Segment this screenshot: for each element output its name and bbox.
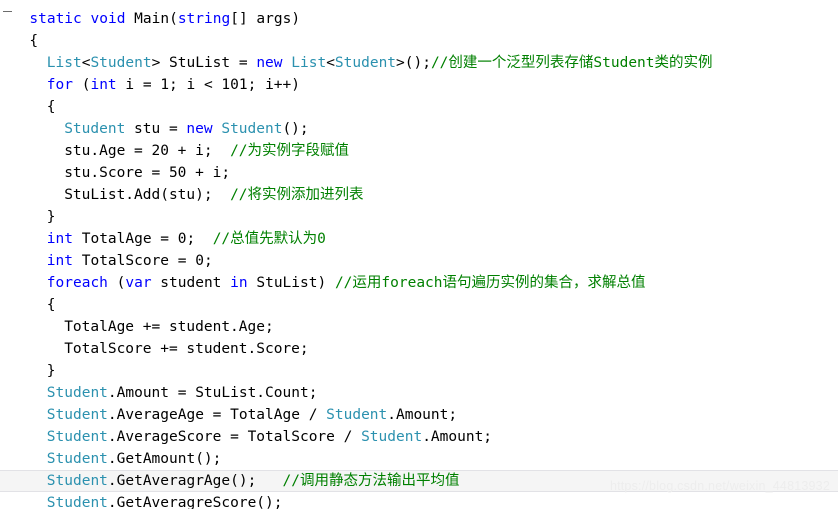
code-token-pln: { — [29, 33, 39, 49]
code-token-cmt: //运用foreach语句遍历实例的集合，求解总值 — [334, 275, 646, 291]
code-token-pln: .GetAveragrAge(); — [107, 473, 283, 489]
code-line[interactable]: Student.AverageScore = TotalScore / Stud… — [0, 426, 838, 448]
code-token-pln: { — [46, 99, 56, 115]
code-token-kw: static — [29, 11, 82, 27]
code-token-type: Student — [90, 55, 152, 71]
code-token-pln: TotalAge = 0; — [73, 231, 213, 247]
code-token-type: Student — [46, 495, 108, 509]
code-editor[interactable]: static void Main(string[] args){List<Stu… — [0, 0, 838, 509]
code-line[interactable]: int TotalAge = 0; //总值先默认为0 — [0, 228, 838, 250]
code-line[interactable]: stu.Age = 20 + i; //为实例字段赋值 — [0, 140, 838, 162]
code-token-pln: [] args) — [230, 11, 301, 27]
code-token-pln: .Amount; — [422, 429, 493, 445]
code-token-type: List — [46, 55, 82, 71]
code-line[interactable]: Student.Amount = StuList.Count; — [0, 382, 838, 404]
code-token-pln: stu = — [125, 121, 187, 137]
code-token-pln: TotalScore = 0; — [73, 253, 213, 269]
code-token-pln: .AverageAge = TotalAge / — [107, 407, 327, 423]
code-line[interactable]: stu.Score = 50 + i; — [0, 162, 838, 184]
code-line[interactable]: Student.AverageAge = TotalAge / Student.… — [0, 404, 838, 426]
code-token-cmt: //创建一个泛型列表存储Student类的实例 — [430, 55, 713, 71]
code-line[interactable]: Student.GetAmount(); — [0, 448, 838, 470]
code-line[interactable]: foreach (var student in StuList) //运用for… — [0, 272, 838, 294]
code-token-type: Student — [46, 429, 108, 445]
code-line[interactable]: int TotalScore = 0; — [0, 250, 838, 272]
code-token-pln: i = 1; i < 101; i++) — [116, 77, 300, 93]
code-token-type: List — [291, 55, 327, 71]
code-token-kw: int — [46, 231, 73, 247]
code-line[interactable]: } — [0, 360, 838, 382]
code-token-kw: new — [256, 55, 283, 71]
code-token-type: Student — [326, 407, 388, 423]
code-token-kw: int — [46, 253, 73, 269]
code-token-cmt: //调用静态方法输出平均值 — [282, 473, 460, 489]
code-token-pln: .Amount; — [387, 407, 458, 423]
code-token-pln: .AverageScore = TotalScore / — [107, 429, 362, 445]
code-token-pln — [82, 11, 91, 27]
code-line[interactable]: TotalScore += student.Score; — [0, 338, 838, 360]
code-token-pln: (); — [282, 121, 309, 137]
code-line[interactable]: static void Main(string[] args) — [0, 8, 838, 30]
code-token-kw: void — [90, 11, 126, 27]
code-token-kw: string — [177, 11, 231, 27]
code-token-pln: ( — [107, 275, 126, 291]
code-token-kw: int — [90, 77, 117, 93]
code-line[interactable]: Student stu = new Student(); — [0, 118, 838, 140]
code-token-pln: .Amount = StuList.Count; — [107, 385, 318, 401]
code-token-pln: > StuList = — [151, 55, 257, 71]
code-line[interactable]: for (int i = 1; i < 101; i++) — [0, 74, 838, 96]
code-token-pln: < — [326, 55, 335, 71]
code-token-kw: var — [125, 275, 152, 291]
code-token-pln: } — [46, 209, 56, 225]
code-token-pln: StuList.Add(stu); — [64, 187, 231, 203]
code-token-pln: Main( — [125, 11, 178, 27]
code-token-cmt: //为实例字段赋值 — [230, 143, 350, 159]
code-token-type: Student — [46, 473, 108, 489]
code-token-kw: for — [46, 77, 73, 93]
code-token-cmt: //将实例添加进列表 — [230, 187, 364, 203]
code-token-pln: TotalAge += student.Age; — [64, 319, 274, 335]
code-token-pln: .GetAmount(); — [107, 451, 222, 467]
code-token-pln: stu.Score = 50 + i; — [64, 165, 231, 181]
code-token-pln: { — [46, 297, 56, 313]
code-token-kw: in — [230, 275, 248, 291]
code-token-type: Student — [46, 407, 108, 423]
code-token-pln — [283, 55, 292, 71]
code-token-cmt: //总值先默认为0 — [212, 231, 326, 247]
code-token-pln: .GetAveragreScore(); — [107, 495, 283, 509]
code-line[interactable]: TotalAge += student.Age; — [0, 316, 838, 338]
code-line[interactable]: } — [0, 206, 838, 228]
watermark-url: https://blog.csdn.net/weixin_44813932 — [609, 479, 830, 493]
code-token-pln: TotalScore += student.Score; — [64, 341, 309, 357]
code-token-kw: foreach — [46, 275, 108, 291]
code-line[interactable]: { — [0, 96, 838, 118]
code-line[interactable]: StuList.Add(stu); //将实例添加进列表 — [0, 184, 838, 206]
code-token-kw: new — [186, 121, 213, 137]
code-token-type: Student — [64, 121, 126, 137]
code-token-type: Student — [46, 385, 108, 401]
code-text-area[interactable]: static void Main(string[] args){List<Stu… — [0, 0, 838, 509]
code-token-type: Student — [334, 55, 397, 71]
code-line[interactable]: List<Student> StuList = new List<Student… — [0, 52, 838, 74]
code-token-pln: >(); — [396, 55, 431, 71]
code-token-pln: StuList) — [247, 275, 335, 291]
code-token-pln: } — [46, 363, 56, 379]
code-token-pln: student — [151, 275, 231, 291]
code-line[interactable]: { — [0, 30, 838, 52]
code-token-type: Student — [221, 121, 283, 137]
code-token-pln: stu.Age = 20 + i; — [64, 143, 231, 159]
code-token-type: Student — [46, 451, 108, 467]
code-token-pln: ( — [73, 77, 91, 93]
code-token-type: Student — [361, 429, 423, 445]
code-line[interactable]: { — [0, 294, 838, 316]
